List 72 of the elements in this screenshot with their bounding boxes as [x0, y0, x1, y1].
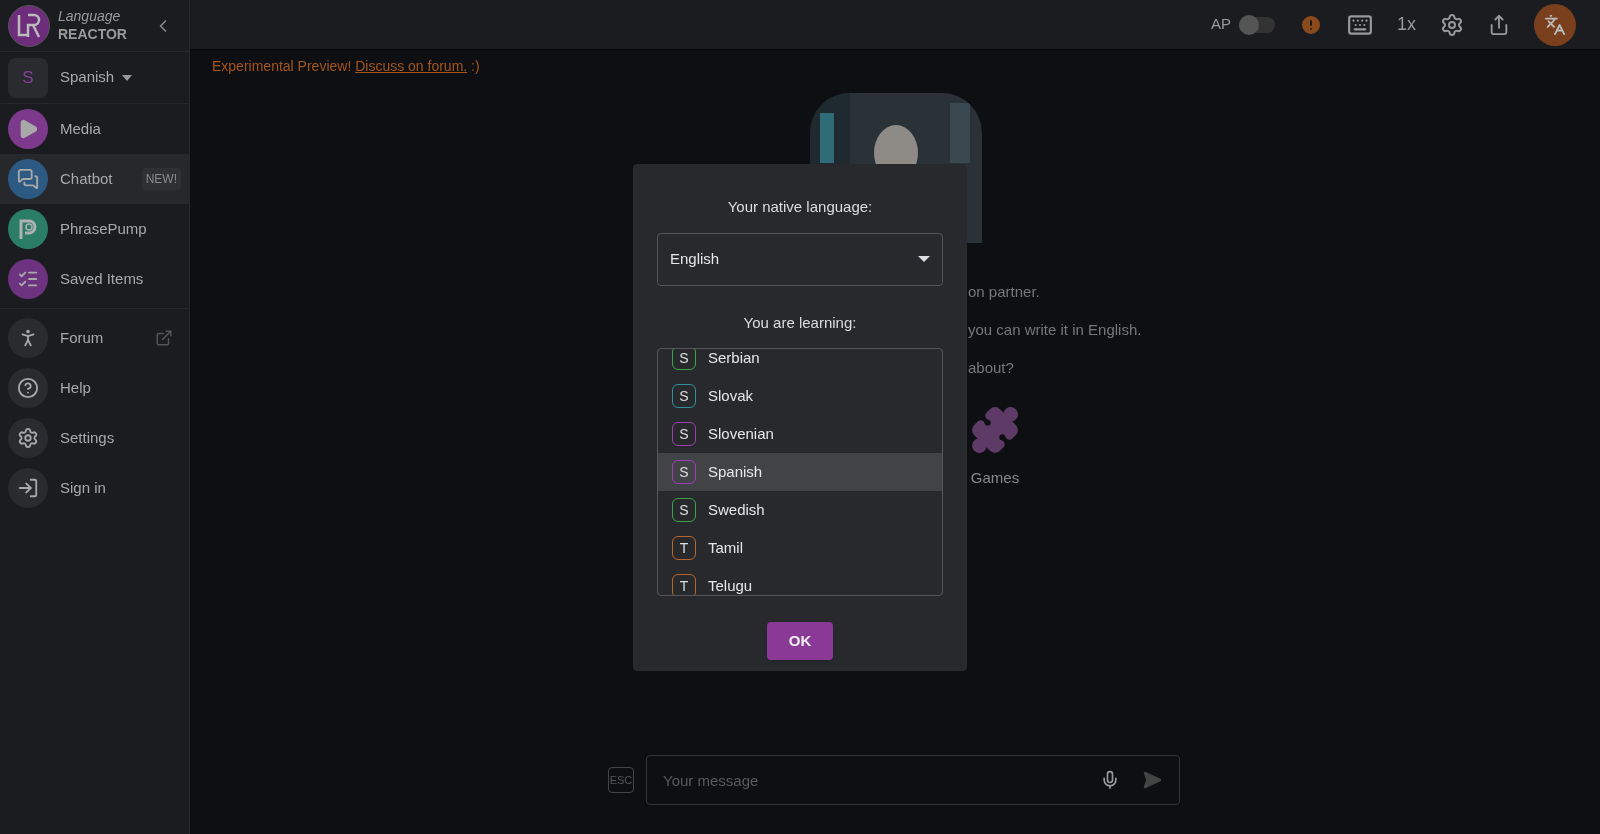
list-icon — [8, 259, 48, 299]
sidebar-label: PhrasePump — [60, 218, 148, 239]
share-icon[interactable] — [1488, 13, 1510, 36]
sidebar-item[interactable]: Help — [0, 363, 189, 413]
ok-button[interactable]: OK — [767, 622, 833, 660]
speed-button[interactable]: 1x — [1397, 11, 1416, 38]
sidebar-label: Help — [60, 377, 92, 398]
language-option[interactable]: S Slovenian — [658, 415, 942, 453]
intro-text: about? — [968, 358, 1014, 378]
person-icon — [8, 318, 48, 358]
language-letter-badge: S — [672, 498, 696, 522]
language-name: Tamil — [708, 537, 743, 558]
sign-in-icon — [8, 468, 48, 508]
forum-link[interactable]: Discuss on forum. — [355, 58, 468, 74]
dialog-label: You are learning: — [743, 312, 857, 333]
language-option[interactable]: S Spanish — [658, 453, 942, 491]
language-letter-badge: S — [672, 422, 696, 446]
caret-icon — [122, 74, 133, 81]
dialog-label: Your native language: — [727, 197, 873, 217]
sidebar-label: Settings — [60, 427, 116, 448]
language-option[interactable]: S Serbian — [658, 349, 942, 377]
language-name: Slovak — [708, 385, 754, 406]
language-name: Serbian — [708, 349, 760, 368]
language-name: Telugu — [708, 575, 753, 595]
play-icon — [8, 109, 48, 149]
sidebar-item[interactable]: Saved Items — [0, 254, 189, 304]
ap-label: AP — [1210, 14, 1231, 35]
caret-icon — [918, 256, 930, 262]
sidebar-label: Forum — [60, 327, 105, 348]
pump-icon — [8, 209, 48, 249]
sidebar-item[interactable]: PhrasePump — [0, 204, 189, 254]
ap-toggle[interactable] — [1239, 16, 1275, 33]
language-letter-badge: S — [672, 384, 696, 408]
language-letter-badge: S — [672, 349, 696, 370]
logo-text: Language — [58, 8, 122, 26]
language-name: Slovenian — [708, 423, 774, 444]
microphone-icon[interactable] — [1100, 770, 1120, 790]
message-input[interactable]: Your message — [646, 755, 1180, 805]
intro-text: on partner. — [968, 282, 1040, 302]
language-option[interactable]: S Slovak — [658, 377, 942, 415]
language-badge: S — [8, 57, 48, 98]
language-selector[interactable]: Spanish — [60, 66, 133, 89]
sidebar-item[interactable]: Forum — [0, 313, 189, 363]
banner-text: Experimental Preview! — [212, 58, 353, 74]
language-option[interactable]: T Tamil — [658, 529, 942, 567]
sidebar-item[interactable]: Media — [0, 104, 189, 154]
sidebar-label: Saved Items — [60, 268, 145, 289]
settings-icon[interactable] — [1440, 12, 1464, 37]
sidebar-item[interactable]: Sign in — [0, 463, 189, 513]
intro-text: you can write it in English. — [968, 320, 1142, 340]
language-name: Swedish — [708, 499, 765, 520]
logo-text: REACTOR — [58, 25, 128, 43]
language-letter-badge: S — [672, 460, 696, 484]
language-name: Spanish — [708, 461, 763, 482]
settings-icon — [8, 418, 48, 458]
sidebar-item[interactable]: Chatbot NEW! — [0, 154, 189, 204]
account-avatar[interactable] — [1534, 3, 1576, 46]
logo-icon — [8, 4, 50, 47]
new-badge: NEW! — [141, 168, 181, 190]
sidebar-item[interactable]: Settings — [0, 413, 189, 463]
language-letter-badge: T — [672, 536, 696, 560]
native-language-select[interactable]: English — [657, 232, 943, 286]
language-option[interactable]: T Telugu — [658, 567, 942, 595]
sidebar-label: Sign in — [60, 477, 107, 498]
language-option[interactable]: S Swedish — [658, 491, 942, 529]
sidebar-label: Media — [60, 118, 102, 139]
chat-icon — [8, 159, 48, 199]
help-icon — [8, 368, 48, 408]
sidebar-label: Chatbot — [60, 168, 114, 189]
topic-label[interactable]: Games — [970, 467, 1020, 490]
language-letter-badge: T — [672, 574, 696, 595]
banner-text: :) — [470, 58, 480, 74]
